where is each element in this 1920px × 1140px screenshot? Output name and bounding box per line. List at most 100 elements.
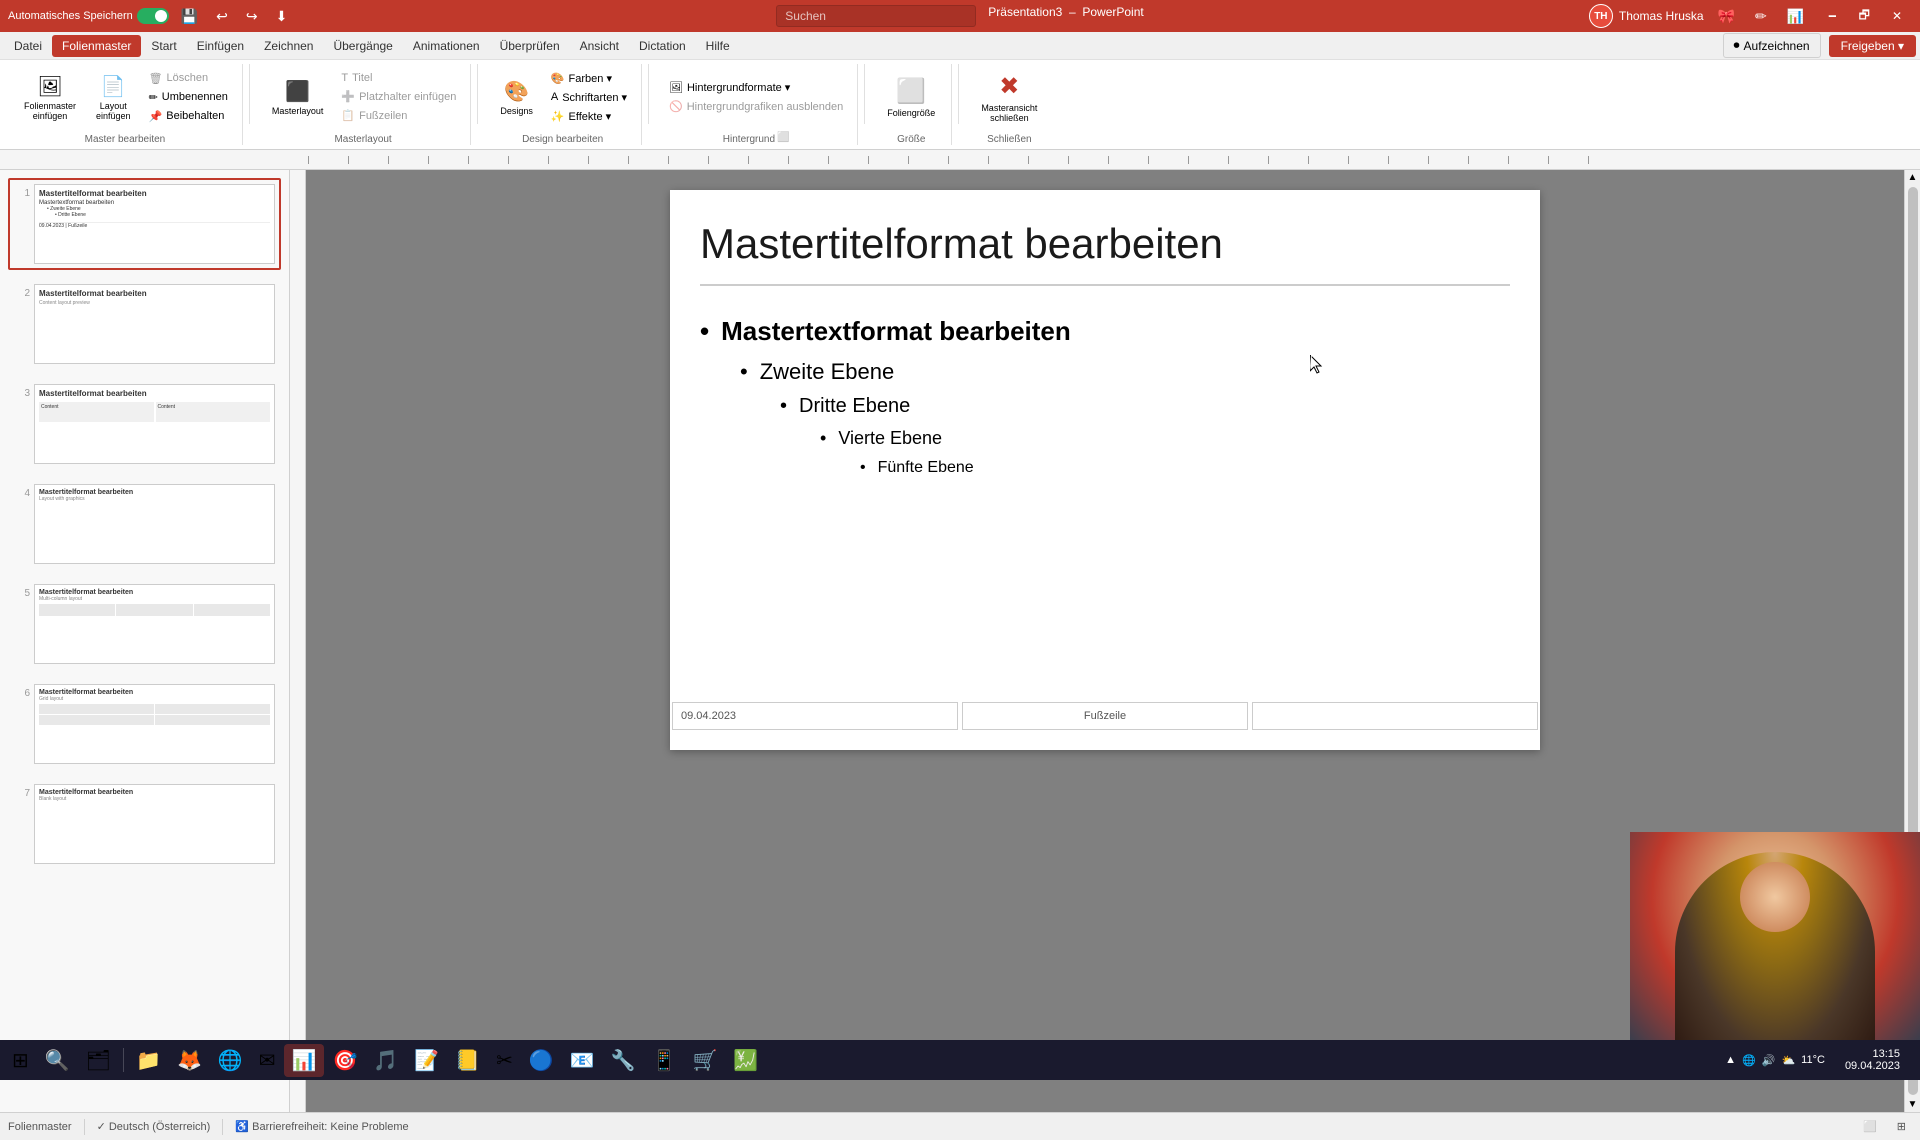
slide-preview-5: Mastertitelformat bearbeiten Multi-colum… — [34, 584, 275, 664]
menu-start[interactable]: Start — [141, 35, 186, 57]
title-bar: Automatisches Speichern 💾 ↩ ↪ ⬇ Präsenta… — [0, 0, 1920, 32]
restore-button[interactable]: 🗗 — [1849, 2, 1880, 31]
slide-title-section[interactable]: Mastertitelformat bearbeiten — [700, 220, 1510, 286]
spellcheck-icon: ✓ — [97, 1121, 106, 1133]
bullet-level1: • Mastertextformat bearbeiten — [700, 316, 1510, 347]
horizontal-ruler — [0, 150, 1920, 170]
chrome-btn[interactable]: 🌐 — [210, 1044, 251, 1077]
autosave-switch[interactable] — [137, 8, 169, 24]
menu-dictation[interactable]: Dictation — [629, 35, 696, 57]
masteransicht-schliessen-btn[interactable]: ✖ Masteransichtschließen — [973, 68, 1045, 127]
slide-content[interactable]: • Mastertextformat bearbeiten • Zweite E… — [700, 306, 1510, 497]
effekte-btn[interactable]: ✨ Effekte ▾ — [545, 108, 633, 125]
aufzeichnen-button[interactable]: ⏺ Aufzeichnen — [1723, 33, 1821, 58]
autosave-label: Automatisches Speichern — [8, 10, 133, 22]
menu-animationen[interactable]: Animationen — [403, 35, 490, 57]
files-btn[interactable]: 📁 — [128, 1044, 169, 1077]
app11-btn[interactable]: 🔵 — [521, 1044, 562, 1077]
present-icon-btn[interactable]: 📊 — [1781, 4, 1810, 29]
hintergrund-expand-icon[interactable]: ⬜ — [777, 132, 789, 143]
ribbon-icon-btn[interactable]: 🎀 — [1712, 4, 1741, 29]
mail-icon: ✉ — [259, 1048, 276, 1073]
powerpoint-btn[interactable]: 📊 — [284, 1044, 325, 1077]
save-button[interactable]: 💾 — [175, 4, 204, 29]
search-icon: 🔍 — [45, 1048, 70, 1073]
ribbon-group-design: 🎨 Designs 🎨 Farben ▾ A Schriftarten ▾ ✨ … — [484, 64, 642, 145]
app10-btn[interactable]: ✂ — [488, 1044, 521, 1077]
slide-preview-2: Mastertitelformat bearbeiten Content lay… — [34, 284, 275, 364]
menu-ueberprufen[interactable]: Überprüfen — [490, 35, 570, 57]
hintergrundgrafiken-icon: 🚫 — [669, 100, 683, 113]
beibehalten-btn[interactable]: 📌 Beibehalten — [143, 108, 234, 125]
taskview-icon: 🗂 — [86, 1048, 111, 1073]
slide-thumb-6[interactable]: 6 Mastertitelformat bearbeiten Grid layo… — [8, 678, 281, 770]
redo-button[interactable]: ↪ — [240, 4, 264, 29]
chrome-icon: 🌐 — [218, 1048, 243, 1073]
search-taskbar-btn[interactable]: 🔍 — [37, 1044, 78, 1077]
menu-zeichnen[interactable]: Zeichnen — [254, 35, 323, 57]
firefox-btn[interactable]: 🦊 — [169, 1044, 210, 1077]
menu-uebergaenge[interactable]: Übergänge — [323, 35, 402, 57]
search-input[interactable] — [776, 5, 976, 27]
slide-thumb-2[interactable]: 2 Mastertitelformat bearbeiten Content l… — [8, 278, 281, 370]
bullet-level5: • Fünfte Ebene — [860, 459, 1510, 477]
taskbar-sep-1 — [123, 1048, 124, 1072]
menu-hilfe[interactable]: Hilfe — [696, 35, 740, 57]
ribbon-group-master: 🖼 Folienmastereinfügen 📄 Layouteinfügen … — [8, 64, 243, 145]
slide-thumb-7[interactable]: 7 Mastertitelformat bearbeiten Blank lay… — [8, 778, 281, 870]
slide-thumb-4[interactable]: 4 Mastertitelformat bearbeiten Layout wi… — [8, 478, 281, 570]
slide-canvas: Mastertitelformat bearbeiten • Mastertex… — [670, 190, 1540, 750]
app14-btn[interactable]: 📱 — [644, 1044, 685, 1077]
autosave-toggle[interactable]: Automatisches Speichern — [8, 8, 169, 24]
grid-view-btn[interactable]: ⊞ — [1891, 1118, 1912, 1135]
menu-einfuegen[interactable]: Einfügen — [187, 35, 254, 57]
layout-btn[interactable]: 📄 Layouteinfügen — [88, 70, 139, 125]
undo-button[interactable]: ↩ — [210, 4, 234, 29]
app13-btn[interactable]: 🔧 — [603, 1044, 644, 1077]
umbenennen-btn[interactable]: ✏ Umbenennen — [143, 89, 234, 106]
freigeben-button[interactable]: Freigeben ▾ — [1829, 35, 1916, 57]
user-avatar: TH — [1589, 4, 1613, 28]
menu-bar: Datei Folienmaster Start Einfügen Zeichn… — [0, 32, 1920, 60]
hintergrundformate-btn[interactable]: 🖼 Hintergrundformate ▾ — [663, 79, 849, 96]
ribbon-group-schliessen: ✖ Masteransichtschließen Schließen — [965, 64, 1053, 145]
menu-folienmaster[interactable]: Folienmaster — [52, 35, 141, 57]
close-button[interactable]: ✕ — [1882, 2, 1912, 31]
person-head — [1740, 862, 1810, 932]
menu-datei[interactable]: Datei — [4, 35, 52, 57]
designs-btn[interactable]: 🎨 Designs — [492, 75, 541, 120]
schriftarten-btn[interactable]: A Schriftarten ▾ — [545, 89, 633, 106]
masterlayout-icon: ⬛ — [285, 79, 310, 104]
app6-btn[interactable]: 🎯 — [324, 1044, 365, 1077]
foliengroesse-btn[interactable]: ⬜ Foliengröße — [879, 73, 943, 122]
mail-btn[interactable]: ✉ — [251, 1044, 284, 1077]
farben-btn[interactable]: 🎨 Farben ▾ — [545, 70, 633, 87]
masterlayout-btn[interactable]: ⬛ Masterlayout — [264, 75, 332, 120]
accessibility-icon: ♿ — [235, 1121, 249, 1133]
app9-btn[interactable]: 📒 — [447, 1044, 488, 1077]
taskview-btn[interactable]: 🗂 — [78, 1044, 119, 1077]
quick-access-button[interactable]: ⬇ — [270, 4, 294, 29]
slide-thumb-3[interactable]: 3 Mastertitelformat bearbeiten Content C… — [8, 378, 281, 470]
show-desktop-btn[interactable] — [1912, 1044, 1916, 1076]
pen-icon-btn[interactable]: ✏ — [1749, 4, 1773, 29]
app8-btn[interactable]: 📝 — [406, 1044, 447, 1077]
minimize-button[interactable]: 🗕 — [1818, 2, 1847, 31]
status-language: ✓ Deutsch (Österreich) — [97, 1120, 211, 1133]
slide-preview-3: Mastertitelformat bearbeiten Content Con… — [34, 384, 275, 464]
app15-btn[interactable]: 🛒 — [684, 1044, 725, 1077]
slide-thumb-1[interactable]: 1 Mastertitelformat bearbeiten Mastertex… — [8, 178, 281, 270]
app12-btn[interactable]: 📧 — [562, 1044, 603, 1077]
scrollbar-up-btn[interactable]: ▲ — [1908, 172, 1918, 183]
slide-preview-6: Mastertitelformat bearbeiten Grid layout — [34, 684, 275, 764]
menu-ansicht[interactable]: Ansicht — [570, 35, 629, 57]
start-button[interactable]: ⊞ — [4, 1044, 37, 1077]
excel-btn[interactable]: 💹 — [725, 1044, 766, 1077]
slide-thumb-5[interactable]: 5 Mastertitelformat bearbeiten Multi-col… — [8, 578, 281, 670]
scrollbar-down-btn[interactable]: ▼ — [1908, 1099, 1918, 1110]
folienmaster-btn[interactable]: 🖼 Folienmastereinfügen — [16, 70, 84, 125]
up-arrow-icon[interactable]: ▲ — [1725, 1054, 1736, 1066]
normal-view-btn[interactable]: ⬜ — [1857, 1118, 1883, 1135]
taskbar-right: ▲ 🌐 🔊 ⛅ 11°C 13:15 09.04.2023 — [1717, 1044, 1916, 1076]
app7-btn[interactable]: 🎵 — [365, 1044, 406, 1077]
